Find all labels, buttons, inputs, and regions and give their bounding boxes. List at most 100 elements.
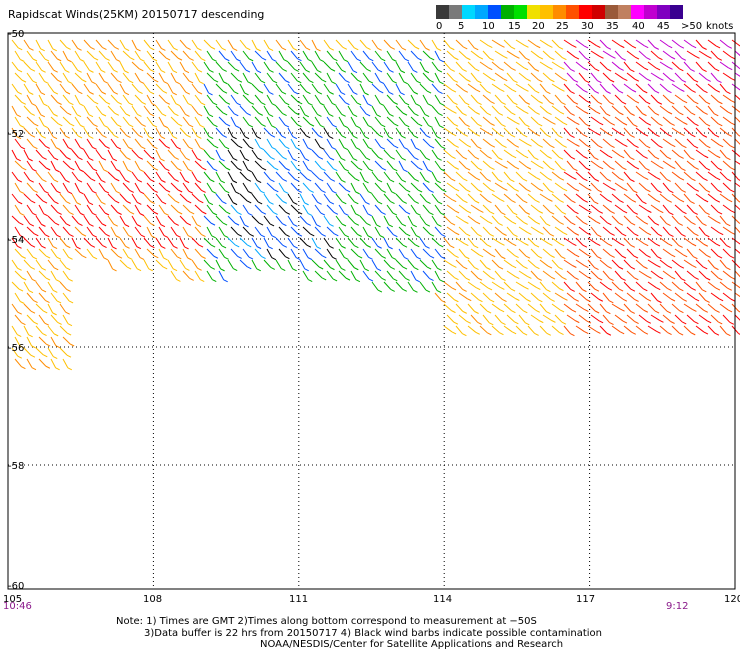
wind-barb (387, 117, 398, 126)
wind-barb (132, 40, 141, 51)
wind-barb (612, 62, 624, 70)
wind-barb (204, 62, 214, 72)
wind-barb (60, 84, 70, 94)
wind-barb (444, 62, 455, 71)
wind-barb (171, 271, 180, 281)
wind-barb (627, 183, 637, 193)
wind-barb (576, 128, 587, 137)
wind-barb (159, 95, 170, 104)
wind-barb (96, 62, 105, 72)
wind-barb (111, 205, 122, 214)
wind-barb (624, 282, 635, 291)
wind-barb (15, 161, 26, 170)
lat-label-58: -58 (8, 461, 24, 472)
wind-barb (240, 40, 250, 50)
wind-barb (564, 40, 576, 47)
wind-barb (183, 117, 193, 127)
wind-barb (192, 216, 201, 227)
wind-barb (564, 304, 576, 312)
wind-barb (75, 161, 84, 172)
wind-barb (159, 205, 169, 215)
wind-barb (372, 62, 382, 72)
wind-barb (360, 84, 369, 95)
wind-barb (135, 95, 146, 104)
wind-barb (12, 216, 23, 225)
wind-barb (624, 216, 635, 225)
wind-barb (471, 161, 482, 170)
wind-barb (528, 326, 539, 335)
wind-barb (708, 172, 720, 180)
wind-barb (132, 150, 143, 159)
wind-barb (708, 238, 720, 246)
wind-barb (444, 216, 455, 225)
wind-barb (48, 62, 58, 72)
wind-barb (468, 106, 480, 114)
wind-barb (639, 51, 650, 60)
wind-barb (276, 172, 287, 181)
wind-barb (39, 95, 48, 106)
wind-barb (180, 260, 189, 270)
wind-barb (84, 216, 94, 226)
wind-barb (432, 150, 442, 160)
wind-barb (699, 205, 710, 215)
wind-barb (720, 62, 732, 70)
wind-barb (168, 150, 179, 159)
wind-barb (267, 51, 276, 61)
wind-barb (147, 161, 158, 170)
wind-barb (495, 95, 506, 104)
wind-barb (60, 348, 71, 357)
wind-barb (180, 40, 191, 50)
wind-barb (312, 84, 322, 94)
wind-barb (120, 40, 129, 51)
wind-barb (564, 150, 575, 159)
wind-barb (216, 172, 225, 183)
wind-barb (699, 95, 710, 104)
wind-barb (483, 117, 495, 126)
wind-barb (363, 205, 372, 216)
wind-barb (84, 194, 93, 205)
wind-barb (384, 62, 394, 72)
note-line-2: 3)Data buffer is 22 hrs from 20150717 4)… (116, 628, 602, 640)
wind-barb (552, 84, 564, 91)
wind-barb (207, 271, 216, 282)
wind-barb (168, 40, 178, 50)
wind-barb (519, 117, 529, 127)
wind-barb (711, 205, 722, 214)
wind-barb (600, 282, 612, 290)
wind-barb (432, 282, 441, 293)
wind-barb (555, 51, 566, 60)
wind-barb (312, 216, 321, 227)
wind-barb (483, 293, 494, 302)
wind-barb (384, 150, 395, 159)
wind-barb (660, 194, 672, 202)
wind-barb (540, 106, 552, 115)
wind-barb (396, 106, 407, 115)
wind-barb (684, 84, 696, 92)
wind-barb (516, 304, 527, 313)
wind-barb (711, 51, 722, 60)
wind-barb (159, 73, 168, 84)
wind-barb (72, 216, 82, 226)
wind-barb (75, 227, 86, 236)
wind-barb (612, 260, 623, 269)
wind-barb (456, 106, 467, 115)
wind-barb (528, 84, 539, 93)
wind-barb (459, 95, 469, 105)
wind-barb (156, 260, 167, 269)
wind-barb (291, 161, 301, 171)
wind-barb (696, 106, 708, 114)
wind-barb (591, 227, 601, 237)
wind-barb (279, 205, 290, 214)
wind-barb (339, 51, 348, 62)
wind-barb (579, 117, 590, 126)
wind-barb (603, 271, 614, 281)
wind-barb (663, 161, 675, 169)
wind-barb (516, 128, 527, 137)
wind-barb (648, 84, 659, 93)
wind-barb (60, 194, 70, 204)
wind-barb (168, 62, 177, 73)
wind-barb (348, 194, 358, 204)
wind-barb (603, 205, 615, 213)
wind-barb (675, 183, 686, 192)
wind-barb (720, 40, 732, 48)
